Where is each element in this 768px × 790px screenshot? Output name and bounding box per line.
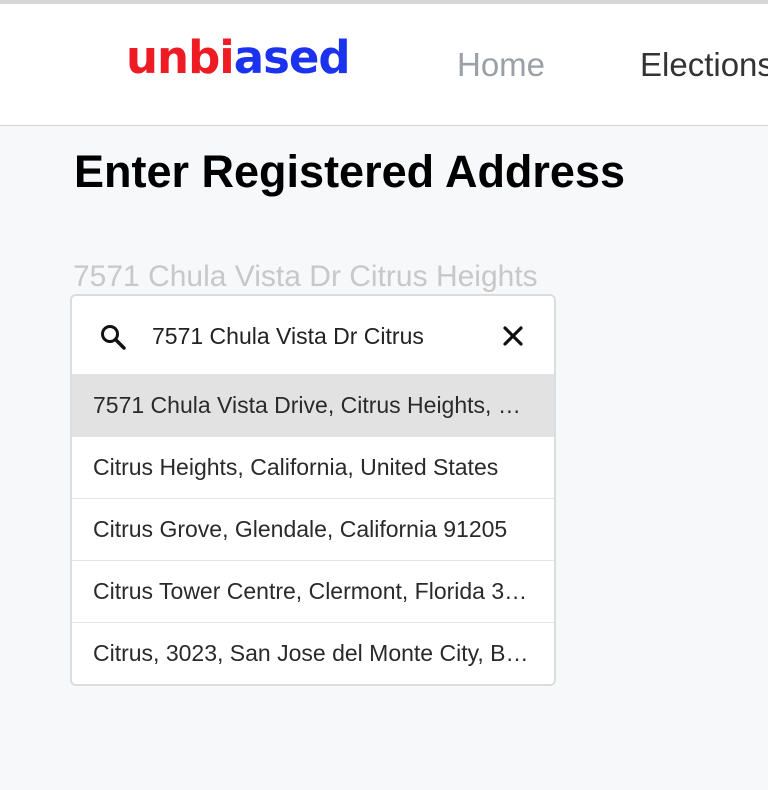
selected-address-text: 7571 Chula Vista Dr Citrus Heights bbox=[73, 260, 538, 293]
address-geocoder: 7571 Chula Vista Drive, Citrus Heights, … bbox=[70, 294, 556, 686]
navbar: unbiased Home Elections bbox=[0, 4, 768, 126]
nav-link-elections[interactable]: Elections bbox=[640, 45, 768, 85]
close-icon[interactable] bbox=[502, 325, 524, 347]
search-row bbox=[72, 296, 554, 374]
suggestion-list: 7571 Chula Vista Drive, Citrus Heights, … bbox=[72, 374, 554, 684]
address-search-input[interactable] bbox=[152, 316, 492, 356]
suggestion-item[interactable]: Citrus Tower Centre, Clermont, Florida 3… bbox=[72, 560, 554, 622]
suggestion-item[interactable]: Citrus Heights, California, United State… bbox=[72, 436, 554, 498]
page-title: Enter Registered Address bbox=[74, 146, 626, 197]
suggestion-item[interactable]: Citrus Grove, Glendale, California 91205 bbox=[72, 498, 554, 560]
logo-text-red: unbi bbox=[126, 31, 235, 84]
nav-link-home[interactable]: Home bbox=[457, 45, 545, 85]
unbiased-logo[interactable]: unbiased bbox=[126, 31, 351, 84]
search-icon bbox=[101, 325, 126, 350]
logo-text-blue: ased bbox=[233, 31, 351, 84]
suggestion-item[interactable]: 7571 Chula Vista Drive, Citrus Heights, … bbox=[72, 374, 554, 436]
suggestion-item[interactable]: Citrus, 3023, San Jose del Monte City, B… bbox=[72, 622, 554, 684]
